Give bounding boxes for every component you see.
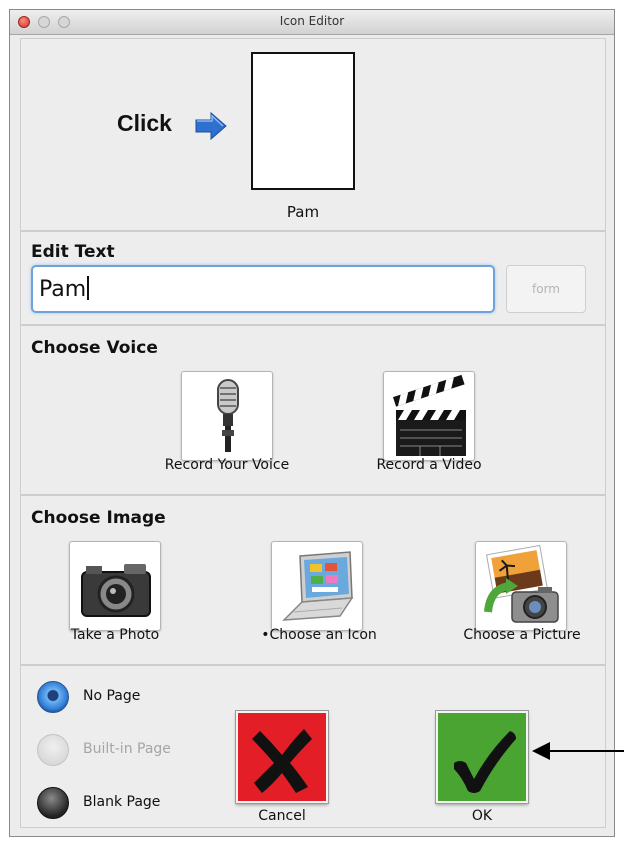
- right-arrow-icon: [194, 111, 228, 145]
- pointer-arrow-icon: [530, 738, 624, 768]
- choose-voice-title: Choose Voice: [31, 338, 158, 358]
- record-video-label: Record a Video: [376, 457, 482, 473]
- title-bar: Icon Editor: [10, 10, 614, 35]
- take-photo-label: Take a Photo: [70, 627, 160, 643]
- cancel-label: Cancel: [258, 808, 306, 824]
- text-caret: [87, 276, 90, 300]
- ok-label: OK: [471, 808, 493, 824]
- form-button[interactable]: form: [506, 265, 586, 313]
- choose-icon-label: •Choose an Icon: [261, 627, 377, 643]
- icon-text-value: Pam: [39, 277, 87, 302]
- icon-editor-window: Icon Editor Click Pam Edit Text Pam form…: [9, 9, 615, 837]
- icon-text-input[interactable]: Pam: [31, 265, 495, 313]
- choose-voice-panel: Choose Voice Record Your Voice Record a …: [20, 325, 606, 495]
- choose-icon-button[interactable]: [271, 541, 363, 631]
- record-voice-label: Record Your Voice: [164, 457, 290, 473]
- take-photo-button[interactable]: [69, 541, 161, 631]
- click-label: Click: [117, 110, 172, 136]
- cancel-button[interactable]: [236, 711, 328, 803]
- edit-text-title: Edit Text: [31, 242, 115, 262]
- page-options-panel: No Page Built-in Page Blank Page Cancel …: [20, 665, 606, 828]
- builtin-page-label: Built-in Page: [83, 741, 171, 757]
- builtin-page-radio: [37, 734, 69, 766]
- choose-picture-button[interactable]: [475, 541, 567, 631]
- choose-image-panel: Choose Image Take a Photo •Choose an Ico…: [20, 495, 606, 665]
- no-page-label: No Page: [83, 688, 141, 704]
- ok-button[interactable]: [436, 711, 528, 803]
- preview-panel: Click Pam: [20, 38, 606, 231]
- blank-page-label: Blank Page: [83, 794, 161, 810]
- icon-preview-box[interactable]: [251, 52, 355, 190]
- no-page-radio[interactable]: [37, 681, 69, 713]
- blank-page-radio[interactable]: [37, 787, 69, 819]
- record-voice-button[interactable]: [181, 371, 273, 461]
- window-title: Icon Editor: [279, 14, 345, 28]
- icon-preview-name: Pam: [286, 203, 320, 221]
- choose-image-title: Choose Image: [31, 508, 166, 528]
- choose-picture-label: Choose a Picture: [463, 627, 581, 643]
- edit-text-panel: Edit Text Pam form: [20, 231, 606, 325]
- record-video-button[interactable]: [383, 371, 475, 461]
